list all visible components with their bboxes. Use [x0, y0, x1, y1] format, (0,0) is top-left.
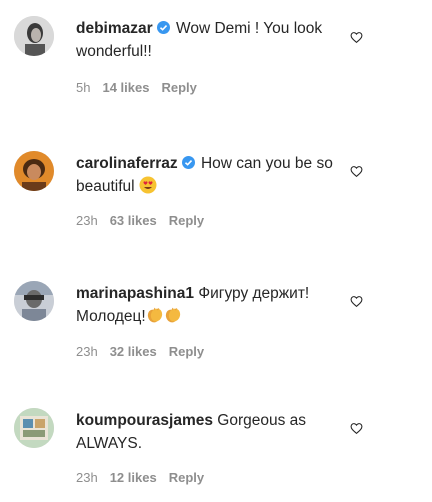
heart-icon[interactable]	[350, 295, 363, 308]
clapping-hands-emoji-icon	[165, 307, 180, 323]
reply-button[interactable]: Reply	[169, 470, 204, 485]
reply-button[interactable]: Reply	[169, 213, 204, 228]
comment-likes[interactable]: 63 likes	[110, 213, 157, 228]
heart-icon[interactable]	[350, 165, 363, 178]
comment-likes[interactable]: 32 likes	[110, 344, 157, 359]
comment-username[interactable]: marinapashina1	[76, 285, 194, 302]
comment-username[interactable]: debimazar	[76, 20, 153, 37]
avatar[interactable]	[14, 281, 54, 321]
avatar[interactable]	[14, 151, 54, 191]
comment-text-block: koumpourasjames Gorgeous as ALWAYS.	[76, 409, 341, 455]
avatar[interactable]	[14, 408, 54, 448]
heart-icon[interactable]	[350, 31, 363, 44]
comment-meta: 5h 14 likes Reply	[76, 80, 209, 95]
reply-button[interactable]: Reply	[161, 80, 196, 95]
verified-badge-icon	[156, 21, 170, 34]
verified-badge-icon	[181, 156, 195, 169]
comment-time[interactable]: 23h	[76, 470, 98, 485]
comment-text-block: marinapashina1 Фигуру держит! Молодец!	[76, 282, 341, 328]
comment-text-block: debimazar Wow Demi ! You look wonderful!…	[76, 17, 341, 63]
comment-meta: 23h 32 likes Reply	[76, 344, 216, 359]
comment-time[interactable]: 23h	[76, 344, 98, 359]
comment-time[interactable]: 5h	[76, 80, 90, 95]
heart-icon[interactable]	[350, 422, 363, 435]
heart-eyes-emoji-icon	[139, 176, 157, 194]
comment-username[interactable]: koumpourasjames	[76, 412, 213, 429]
comment-text-block: carolinaferraz How can you be so beautif…	[76, 152, 341, 198]
comment-time[interactable]: 23h	[76, 213, 98, 228]
clapping-hands-emoji-icon	[147, 307, 162, 323]
comment-meta: 23h 63 likes Reply	[76, 213, 216, 228]
comment-likes[interactable]: 12 likes	[110, 470, 157, 485]
avatar[interactable]	[14, 16, 54, 56]
comment-meta: 23h 12 likes Reply	[76, 470, 216, 485]
comment-likes[interactable]: 14 likes	[102, 80, 149, 95]
comment-username[interactable]: carolinaferraz	[76, 155, 178, 172]
reply-button[interactable]: Reply	[169, 344, 204, 359]
